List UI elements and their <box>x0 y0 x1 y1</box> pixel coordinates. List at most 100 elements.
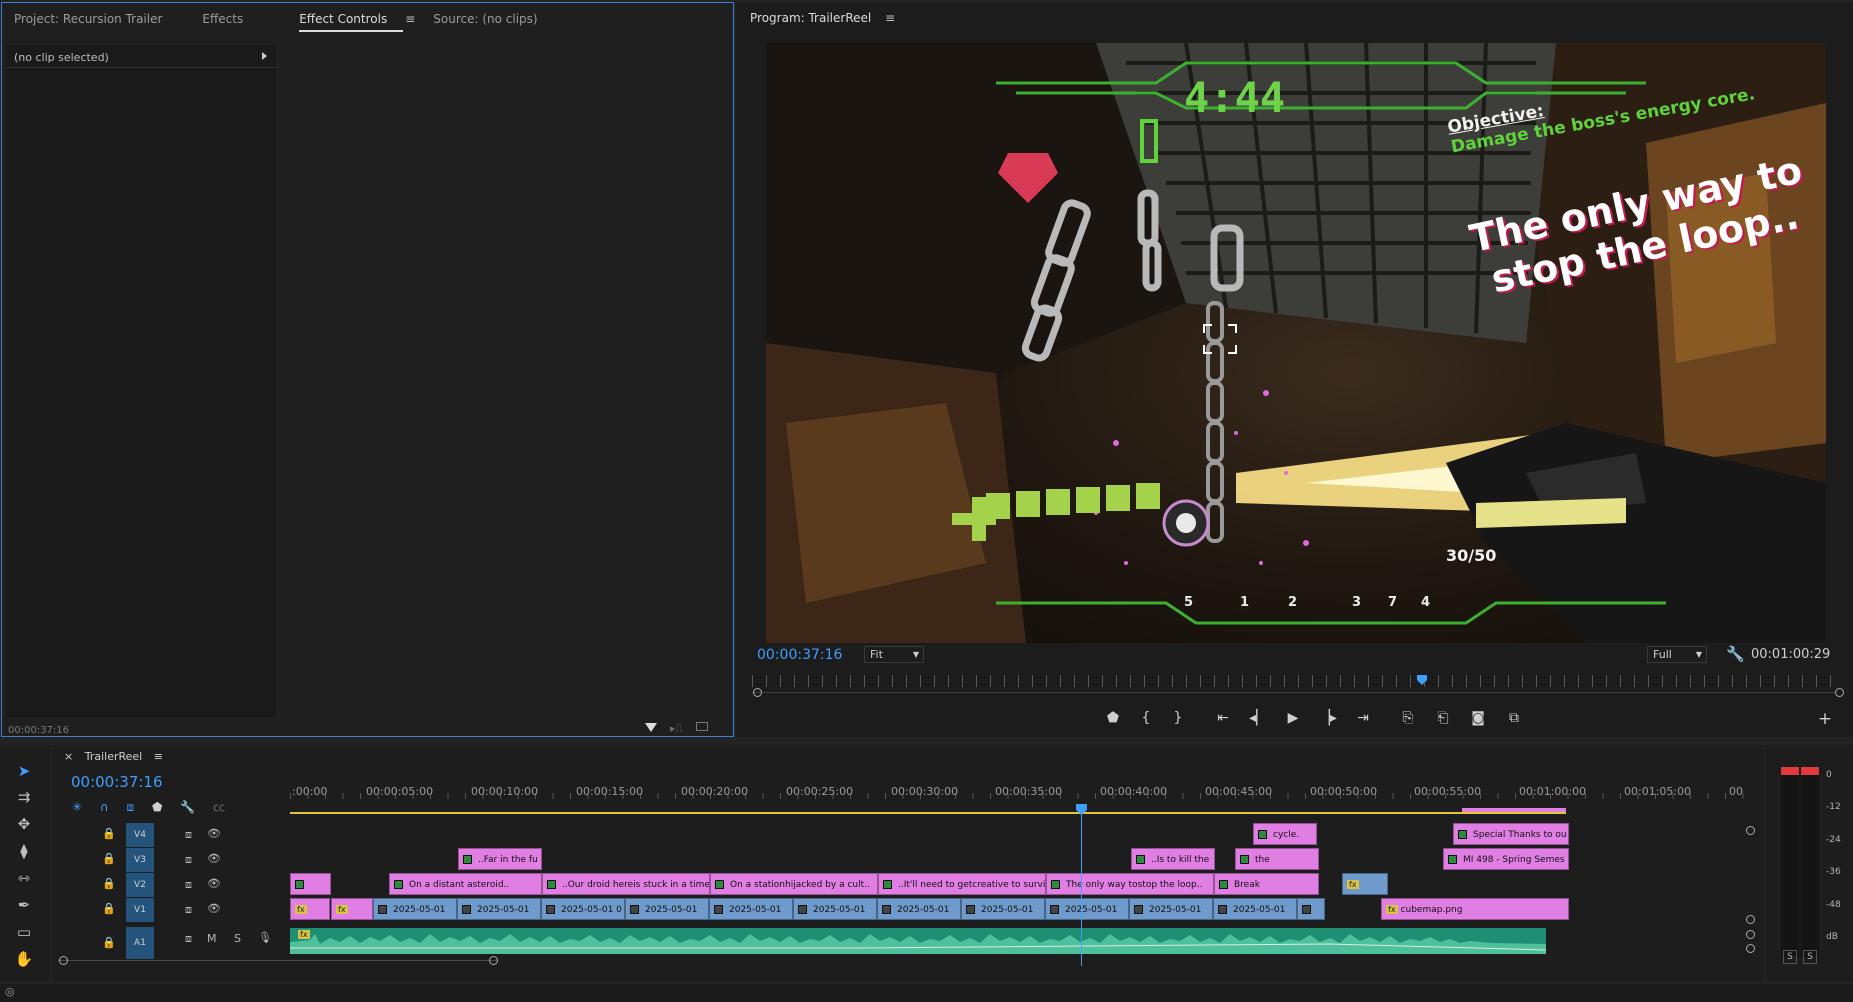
vertical-scroll-handle[interactable] <box>1746 915 1755 924</box>
work-area-bar[interactable] <box>290 812 1566 814</box>
extract-icon[interactable]: ⎗ <box>1433 710 1453 726</box>
filter-icon[interactable] <box>645 723 657 732</box>
audio-clip-a1[interactable]: fx <box>290 928 1546 954</box>
program-timecode[interactable]: 00:00:37:16 <box>757 647 842 663</box>
program-menu-icon[interactable]: ≡ <box>885 11 895 25</box>
track-target-v1[interactable]: V1 <box>126 898 154 922</box>
play-audio-icon[interactable]: ▸⎍ <box>670 722 683 736</box>
solo-button[interactable]: S <box>234 932 241 945</box>
timeline-settings-icon[interactable]: 🔧 <box>180 800 195 814</box>
track-target-v2[interactable]: V2 <box>126 873 154 897</box>
resolution-select[interactable]: Full ▼ <box>1647 646 1707 663</box>
pen-icon[interactable]: ✒ <box>12 893 36 917</box>
tab-source[interactable]: Source: (no clips) <box>433 12 537 26</box>
microphone-icon[interactable]: 🎙 <box>258 931 272 944</box>
add-button-icon[interactable]: + <box>1815 709 1835 729</box>
zoom-select[interactable]: Fit ▼ <box>864 646 924 663</box>
nest-icon[interactable]: ✳ <box>72 800 82 814</box>
clip-v4[interactable]: Special Thanks to ou <box>1453 823 1569 845</box>
timeline-tab[interactable]: × TrailerReel ≡ <box>64 750 163 763</box>
linked-selection-icon[interactable]: ⧈ <box>127 800 135 814</box>
wrench-icon[interactable]: 🔧 <box>1726 645 1745 663</box>
clip-v3[interactable]: MI 498 - Spring Semes <box>1443 848 1569 870</box>
solo-right-button[interactable]: S <box>1803 950 1817 964</box>
clip-v1[interactable]: fx <box>290 898 330 920</box>
toggle-sync-icon[interactable]: ⧈ <box>185 932 192 946</box>
track-target-v3[interactable]: V3 <box>126 848 154 872</box>
eye-icon[interactable]: 👁 <box>207 902 221 915</box>
step-forward-icon[interactable]: ▕▸ <box>1318 710 1338 726</box>
scrub-track[interactable] <box>752 692 1836 693</box>
tab-effects[interactable]: Effects <box>202 12 243 26</box>
eye-icon[interactable]: 👁 <box>207 877 221 890</box>
clip-v1[interactable]: 2025-05-01 <box>1045 898 1129 920</box>
eye-icon[interactable]: 👁 <box>207 827 221 840</box>
ripple-edit-icon[interactable]: ✥ <box>12 812 36 836</box>
export-frame-icon[interactable]: ◙ <box>1468 710 1488 726</box>
work-area-end[interactable] <box>1462 808 1566 812</box>
clip-v1[interactable]: 2025-05-01 <box>961 898 1045 920</box>
vertical-scroll-handle[interactable] <box>1746 944 1755 953</box>
rectangle-icon[interactable]: ▭ <box>12 920 36 944</box>
clip-v1[interactable]: 2025-05-01 <box>1213 898 1297 920</box>
lift-icon[interactable]: ⎘ <box>1398 710 1418 726</box>
scroll-handle-right[interactable] <box>489 956 498 965</box>
clip-v1[interactable]: fx cubemap.png <box>1381 898 1569 920</box>
go-to-in-icon[interactable]: ⇤ <box>1213 710 1233 726</box>
toggle-sync-icon[interactable]: ⧈ <box>185 828 192 842</box>
eye-icon[interactable]: 👁 <box>207 852 221 865</box>
hand-icon[interactable]: ✋ <box>12 947 36 971</box>
toggle-sync-icon[interactable]: ⧈ <box>185 903 192 917</box>
clip-v1[interactable]: 2025-05-01 <box>1129 898 1213 920</box>
scrub-ruler[interactable] <box>752 675 1836 687</box>
captions-icon[interactable]: ㏄ <box>213 800 225 814</box>
snap-icon[interactable]: ∩ <box>100 800 109 814</box>
add-marker-icon[interactable]: ⬟ <box>152 800 162 814</box>
panel-menu-icon[interactable]: ≡ <box>405 12 415 26</box>
track-select-icon[interactable]: ⇉ <box>12 785 36 809</box>
clip-v1[interactable]: 2025-05-01 0 <box>541 898 625 920</box>
expand-arrow-icon[interactable] <box>262 52 267 60</box>
play-icon[interactable]: ▶ <box>1283 710 1303 726</box>
video-frame[interactable]: 4:44 Objective: Damage the boss's energy… <box>766 43 1826 643</box>
clip-v4[interactable]: cycle. <box>1253 823 1317 845</box>
mark-out-icon[interactable]: } <box>1168 710 1188 726</box>
vertical-scroll-handle[interactable] <box>1746 930 1755 939</box>
clip-v2[interactable] <box>290 873 331 895</box>
mark-in-icon[interactable]: { <box>1136 710 1156 726</box>
clip-v2[interactable]: Break <box>1214 873 1319 895</box>
clip-v1[interactable]: 2025-05-01 <box>709 898 793 920</box>
clip-v2[interactable]: On a stationhijacked by a cult.. <box>710 873 878 895</box>
timeline-scrollbar[interactable] <box>58 960 498 961</box>
scrub-end-handle[interactable] <box>1835 688 1844 697</box>
lock-icon[interactable]: 🔒 <box>102 827 116 840</box>
slip-icon[interactable]: ⇿ <box>12 866 36 890</box>
clip-v2[interactable]: ..Our droid hereis stuck in a time l <box>542 873 710 895</box>
clip-v2[interactable]: ..It'll need to getcreative to surviv <box>878 873 1046 895</box>
timeline-menu-icon[interactable]: ≡ <box>154 750 163 763</box>
clip-v2[interactable]: fx <box>1342 873 1388 895</box>
razor-icon[interactable]: ⧫ <box>12 839 36 863</box>
comparison-view-icon[interactable]: ⧉ <box>1504 710 1524 726</box>
scroll-handle-left[interactable] <box>59 956 68 965</box>
tab-project[interactable]: Project: Recursion Trailer <box>14 12 162 26</box>
export-icon[interactable] <box>696 722 708 731</box>
lock-icon[interactable]: 🔒 <box>102 902 116 915</box>
selection-tool-icon[interactable]: ➤ <box>12 759 36 783</box>
clip-v1[interactable]: 2025-05-01 <box>793 898 877 920</box>
lock-icon[interactable]: 🔒 <box>102 877 116 890</box>
clip-v3[interactable]: the <box>1235 848 1319 870</box>
clip-v1[interactable]: 2025-05-01 <box>373 898 457 920</box>
status-icon[interactable]: ◎ <box>5 985 15 998</box>
toggle-sync-icon[interactable]: ⧈ <box>185 853 192 867</box>
solo-left-button[interactable]: S <box>1783 950 1797 964</box>
close-icon[interactable]: × <box>64 750 73 763</box>
scrub-start-handle[interactable] <box>753 688 762 697</box>
toggle-sync-icon[interactable]: ⧈ <box>185 878 192 892</box>
clip-v2[interactable]: On a distant asteroid.. <box>389 873 542 895</box>
tab-effect-controls[interactable]: Effect Controls <box>299 12 404 32</box>
track-target-a1[interactable]: A1 <box>126 927 154 959</box>
clip-v3[interactable]: ..Is to kill the <box>1131 848 1215 870</box>
clip-v1[interactable]: 2025-05-01 <box>625 898 709 920</box>
add-marker-icon[interactable]: ⬟ <box>1103 710 1123 726</box>
